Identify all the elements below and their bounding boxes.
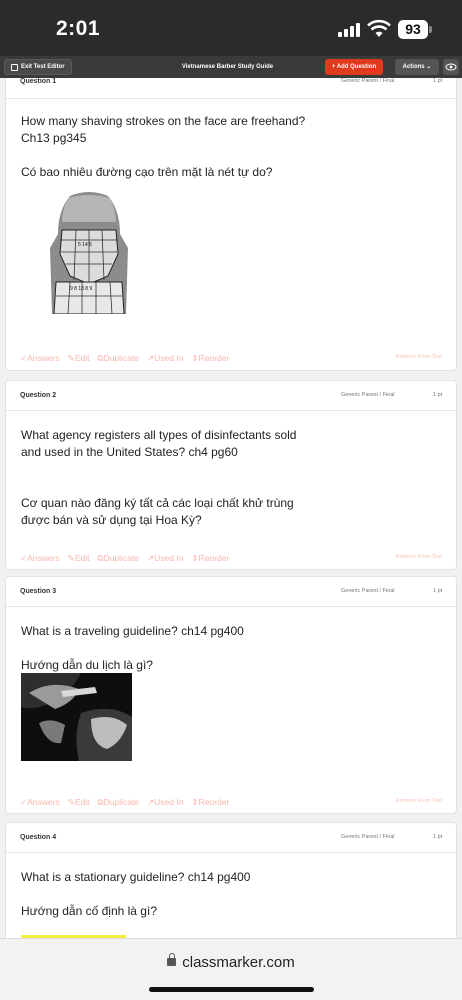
- remove-from-test-link[interactable]: Remove From Test: [396, 554, 442, 560]
- used-in-link[interactable]: ↗Used In: [147, 797, 183, 808]
- question-parent: Generic Parent / Final: [341, 588, 395, 594]
- question-actions: ✓Answers ✎Edit ⧉Duplicate ↗Used In ⇕Reor…: [6, 793, 456, 813]
- question-text: What is a stationary guideline? ch14 pg4…: [21, 870, 251, 918]
- question-header: Question 1 Generic Parent / Final 1 pt: [6, 78, 456, 99]
- edit-link[interactable]: ✎Edit: [68, 553, 90, 564]
- used-in-link[interactable]: ↗Used In: [147, 353, 183, 364]
- exit-icon: [11, 63, 18, 71]
- question-card: Question 4 Generic Parent / Final 1 pt W…: [5, 822, 457, 938]
- question-card: Question 1 Generic Parent / Final 1 pt H…: [5, 78, 457, 371]
- remove-from-test-link[interactable]: Remove From Test: [396, 354, 442, 360]
- question-actions: ✓Answers ✎Edit ⧉Duplicate ↗Used In ⇕Reor…: [6, 349, 456, 369]
- duplicate-link[interactable]: ⧉Duplicate: [98, 797, 140, 808]
- duplicate-link[interactable]: ⧉Duplicate: [98, 353, 140, 364]
- preview-button[interactable]: [443, 59, 459, 75]
- edit-link[interactable]: ✎Edit: [68, 353, 90, 364]
- question-parent: Generic Parent / Final: [341, 834, 395, 840]
- edit-link[interactable]: ✎Edit: [68, 797, 90, 808]
- exit-label: Exit Test Editor: [21, 64, 65, 70]
- question-number: Question 4: [20, 834, 57, 841]
- svg-text:5 14 5: 5 14 5: [78, 242, 92, 248]
- home-indicator[interactable]: [149, 987, 314, 992]
- question-points: 1 pt: [433, 588, 443, 594]
- browser-url-bar[interactable]: classmarker.com: [0, 938, 462, 1000]
- question-number: Question 3: [20, 588, 57, 595]
- svg-text:9 8 13 8 9: 9 8 13 8 9: [70, 286, 92, 292]
- lock-icon: [167, 953, 177, 966]
- question-text: What is a traveling guideline? ch14 pg40…: [21, 624, 244, 672]
- exit-test-editor-button[interactable]: Exit Test Editor: [4, 59, 72, 75]
- question-card: Question 2 Generic Parent / Final 1 pt W…: [5, 380, 457, 570]
- haircut-photo-image: [21, 673, 132, 761]
- question-points: 1 pt: [433, 392, 443, 398]
- question-actions: ✓Answers ✎Edit ⧉Duplicate ↗Used In ⇕Reor…: [6, 549, 456, 569]
- editor-toolbar: Exit Test Editor Vietnamese Barber Study…: [0, 56, 462, 78]
- question-header: Question 3 Generic Parent / Final 1 pt: [6, 577, 456, 607]
- answers-link[interactable]: ✓Answers: [20, 353, 60, 364]
- battery-icon: 93: [398, 20, 428, 39]
- status-time: 2:01: [56, 17, 101, 40]
- question-card: Question 3 Generic Parent / Final 1 pt W…: [5, 576, 457, 814]
- reorder-link[interactable]: ⇕Reorder: [191, 797, 229, 808]
- question-points: 1 pt: [433, 78, 443, 84]
- question-header: Question 2 Generic Parent / Final 1 pt: [6, 381, 456, 411]
- question-header: Question 4 Generic Parent / Final 1 pt: [6, 823, 456, 853]
- used-in-link[interactable]: ↗Used In: [147, 553, 183, 564]
- question-list: Question 1 Generic Parent / Final 1 pt H…: [0, 78, 462, 938]
- battery-tip: [429, 26, 432, 33]
- answers-link[interactable]: ✓Answers: [20, 553, 60, 564]
- question-parent: Generic Parent / Final: [341, 392, 395, 398]
- head-diagram-image: 5 14 5 9 8 13 8 9: [48, 192, 130, 314]
- question-number: Question 1: [20, 78, 57, 85]
- duplicate-link[interactable]: ⧉Duplicate: [98, 553, 140, 564]
- url-domain: classmarker.com: [182, 954, 295, 971]
- url-display[interactable]: classmarker.com: [0, 953, 462, 971]
- question-number: Question 2: [20, 392, 57, 399]
- question-parent: Generic Parent / Final: [341, 78, 395, 84]
- add-question-button[interactable]: + Add Question: [325, 59, 383, 75]
- remove-from-test-link[interactable]: Remove From Test: [396, 798, 442, 804]
- actions-dropdown-button[interactable]: Actions ⌄: [395, 59, 439, 75]
- question-points: 1 pt: [433, 834, 443, 840]
- cellular-signal-icon: [338, 22, 362, 37]
- status-bar: 2:01 93: [0, 0, 462, 56]
- wifi-icon: [367, 19, 391, 37]
- test-title: Vietnamese Barber Study Guide: [181, 64, 274, 70]
- reorder-link[interactable]: ⇕Reorder: [191, 353, 229, 364]
- eye-icon: [445, 63, 457, 71]
- answers-link[interactable]: ✓Answers: [20, 797, 60, 808]
- question-text: What agency registers all types of disin…: [21, 428, 297, 527]
- reorder-link[interactable]: ⇕Reorder: [191, 553, 229, 564]
- question-text: How many shaving strokes on the face are…: [21, 114, 306, 179]
